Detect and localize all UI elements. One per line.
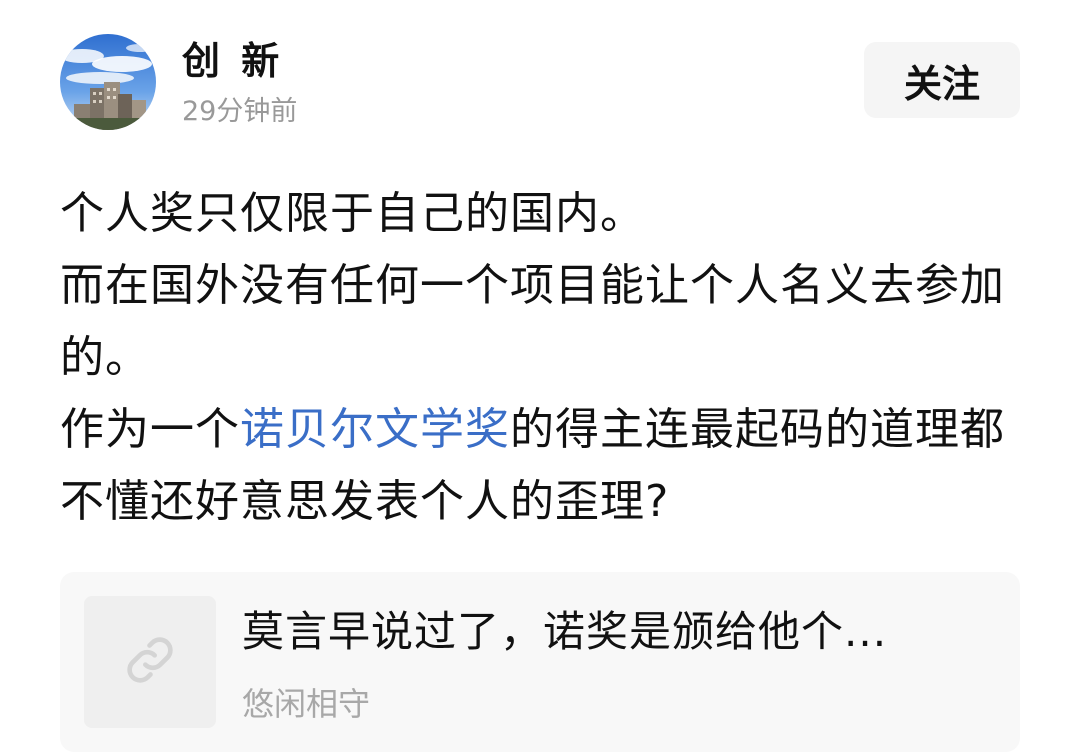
post-time: 29分钟前 (182, 96, 298, 127)
post-text-segment: 作为一个 (60, 404, 240, 455)
post-text-paragraph: 作为一个诺贝尔文学奖的得主连最起码的道理都不懂还好意思发表个人的歪理? (60, 394, 1025, 538)
link-icon (122, 632, 178, 692)
link-card[interactable]: 莫言早说过了，诺奖是颁给他个... 悠闲相守 (60, 572, 1020, 752)
topic-link[interactable]: 诺贝尔文学奖 (240, 404, 510, 455)
link-card-author: 悠闲相守 (242, 685, 371, 723)
avatar[interactable] (60, 34, 156, 130)
post-body: 个人奖只仅限于自己的国内。 而在国外没有任何一个项目能让个人名义去参加的。 作为… (60, 178, 1025, 538)
link-thumbnail (84, 596, 216, 728)
follow-button[interactable]: 关注 (864, 42, 1020, 118)
avatar-image (60, 34, 156, 130)
author-name[interactable]: 创 新 (182, 38, 283, 84)
post: 创 新 29分钟前 关注 个人奖只仅限于自己的国内。 而在国外没有任何一个项目能… (0, 0, 1080, 754)
post-text-line: 而在国外没有任何一个项目能让个人名义去参加的。 (60, 260, 1005, 383)
post-text-line: 个人奖只仅限于自己的国内。 (60, 188, 645, 239)
link-card-title: 莫言早说过了，诺奖是颁给他个... (242, 607, 888, 656)
